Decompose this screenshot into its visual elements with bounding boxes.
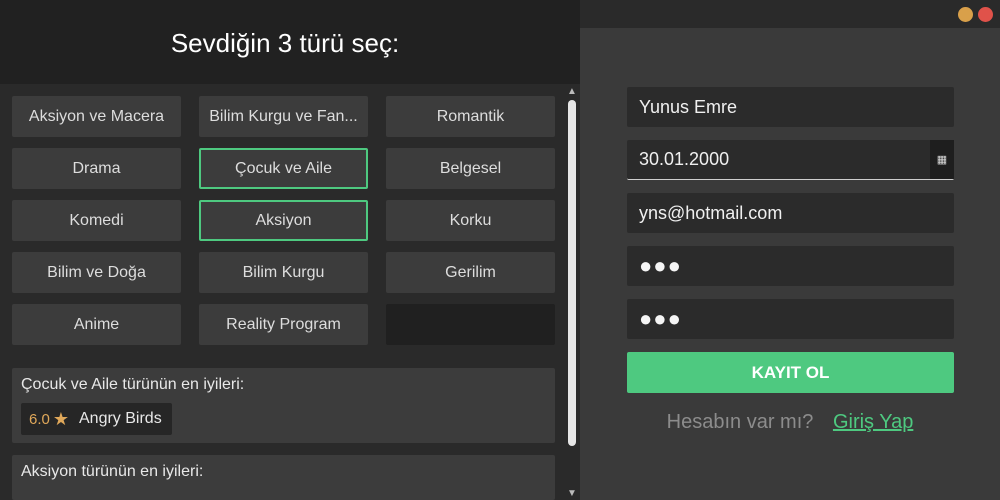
genre-button-empty[interactable] xyxy=(386,304,555,345)
movie-card[interactable]: 6.0 ★ Angry Birds xyxy=(21,403,172,435)
section-title: Aksiyon türünün en iyileri: xyxy=(21,463,204,480)
calendar-icon[interactable]: ▦ xyxy=(930,140,954,179)
genre-selection-pane: Sevdiğin 3 türü seç: Aksiyon ve Macera B… xyxy=(0,0,580,500)
email-field[interactable]: yns@hotmail.com xyxy=(627,193,954,233)
genre-button[interactable]: Belgesel xyxy=(386,148,555,189)
password-value: ●●● xyxy=(639,253,682,278)
genre-button[interactable]: Gerilim xyxy=(386,252,555,293)
recommendation-section: Aksiyon türünün en iyileri: xyxy=(12,455,555,500)
vertical-scrollbar[interactable]: ▲ ▼ xyxy=(565,86,579,500)
name-field[interactable]: Yunus Emre xyxy=(627,87,954,127)
genre-button[interactable]: Reality Program xyxy=(199,304,368,345)
genre-button[interactable]: Romantik xyxy=(386,96,555,137)
window-titlebar xyxy=(580,0,1000,28)
chevron-up-icon[interactable]: ▲ xyxy=(565,86,579,98)
password-confirm-value: ●●● xyxy=(639,306,682,331)
genre-button[interactable]: Bilim ve Doğa xyxy=(12,252,181,293)
genre-button[interactable]: Korku xyxy=(386,200,555,241)
close-button[interactable] xyxy=(978,7,993,22)
section-title: Çocuk ve Aile türünün en iyileri: xyxy=(21,376,245,393)
login-prompt: Hesabın var mı? Giriş Yap xyxy=(580,411,1000,434)
login-question: Hesabın var mı? xyxy=(666,411,814,433)
genre-button[interactable]: Bilim Kurgu ve Fan... xyxy=(199,96,368,137)
genre-header: Sevdiğin 3 türü seç: xyxy=(0,0,580,84)
password-field[interactable]: ●●● xyxy=(627,246,954,286)
movie-title: Angry Birds xyxy=(79,410,162,427)
register-button[interactable]: KAYIT OL xyxy=(627,352,954,393)
register-form: Yunus Emre 30.01.2000 ▦ yns@hotmail.com … xyxy=(580,28,1000,500)
genre-button[interactable]: Aksiyon ve Macera xyxy=(12,96,181,137)
scrollbar-thumb[interactable] xyxy=(568,100,576,446)
genre-button[interactable]: Anime xyxy=(12,304,181,345)
page-title: Sevdiğin 3 türü seç: xyxy=(170,28,400,58)
genre-button-selected[interactable]: Çocuk ve Aile xyxy=(199,148,368,189)
genre-button-selected[interactable]: Aksiyon xyxy=(199,200,368,241)
chevron-down-icon[interactable]: ▼ xyxy=(565,488,579,500)
login-link[interactable]: Giriş Yap xyxy=(833,411,913,433)
minimize-button[interactable] xyxy=(958,7,973,22)
genre-button[interactable]: Komedi xyxy=(12,200,181,241)
password-confirm-field[interactable]: ●●● xyxy=(627,299,954,339)
birthdate-field[interactable]: 30.01.2000 ▦ xyxy=(627,140,954,180)
star-icon: ★ xyxy=(52,408,69,429)
movie-rating: 6.0 xyxy=(29,410,50,428)
recommendation-section: Çocuk ve Aile türünün en iyileri: 6.0 ★ … xyxy=(12,368,555,443)
birthdate-value: 30.01.2000 xyxy=(639,149,730,169)
genre-button[interactable]: Bilim Kurgu xyxy=(199,252,368,293)
genre-button[interactable]: Drama xyxy=(12,148,181,189)
